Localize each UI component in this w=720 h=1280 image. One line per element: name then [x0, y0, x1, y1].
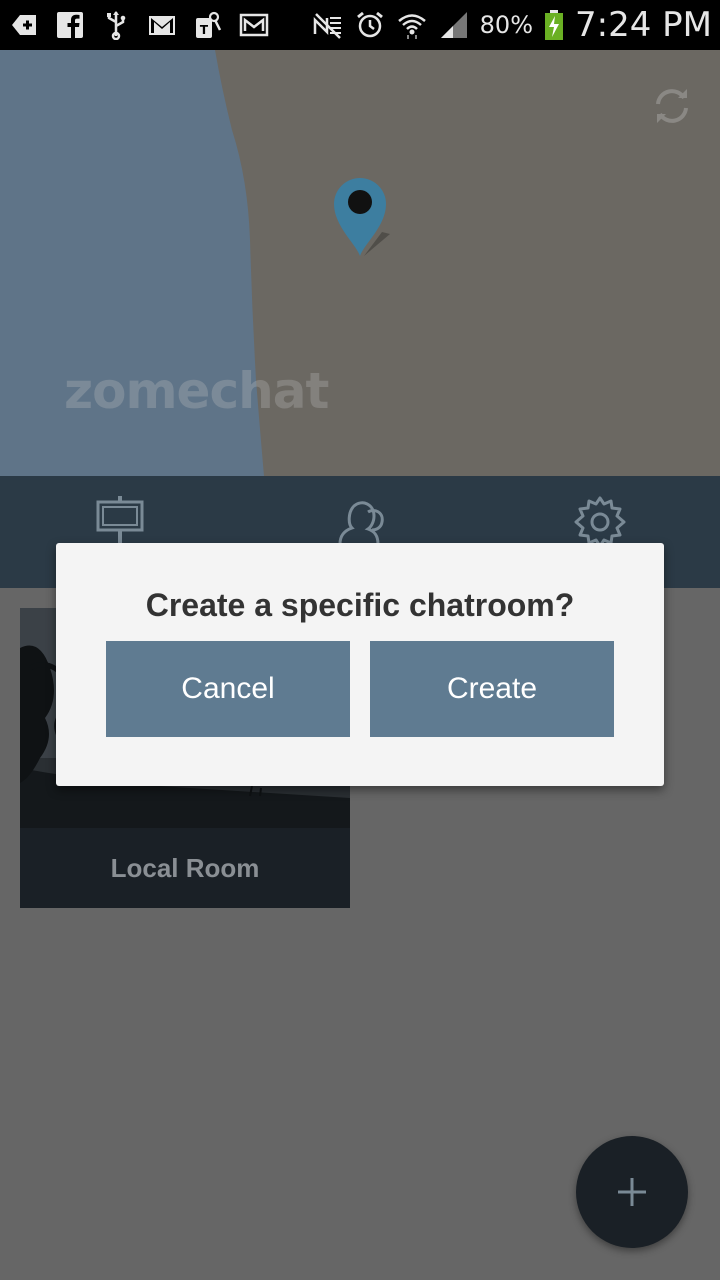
alarm-icon	[354, 9, 386, 41]
plus-icon	[618, 1178, 646, 1206]
map-view[interactable]: zomechat	[0, 50, 720, 476]
gear-icon	[574, 496, 626, 548]
status-bar: T 80% 7:24 PM	[0, 0, 720, 50]
signboard-icon	[96, 496, 144, 548]
usb-icon	[100, 9, 132, 41]
zomechat-watermark: zomechat	[64, 362, 329, 420]
signal-icon	[438, 9, 470, 41]
facebook-icon	[54, 9, 86, 41]
refresh-icon[interactable]	[650, 84, 694, 128]
gmail-icon	[146, 9, 178, 41]
dialog-title: Create a specific chatroom?	[145, 587, 575, 623]
mail-icon	[238, 9, 270, 41]
battery-charging-icon	[543, 9, 565, 41]
create-button[interactable]: Create	[370, 641, 614, 737]
cancel-button[interactable]: Cancel	[106, 641, 350, 737]
no-signal-icon	[312, 9, 344, 41]
location-pin-icon[interactable]	[330, 174, 390, 258]
create-chatroom-dialog: Create a specific chatroom? Cancel Creat…	[56, 543, 664, 786]
clock: 7:24 PM	[575, 5, 712, 45]
people-icon	[338, 501, 384, 545]
wifi-icon	[396, 9, 428, 41]
tmobile-icon: T	[192, 9, 224, 41]
svg-text:T: T	[200, 23, 209, 37]
add-room-button[interactable]	[576, 1136, 688, 1248]
room-label: Local Room	[20, 828, 350, 908]
battery-percent: 80%	[479, 11, 533, 39]
add-icon	[8, 9, 40, 41]
